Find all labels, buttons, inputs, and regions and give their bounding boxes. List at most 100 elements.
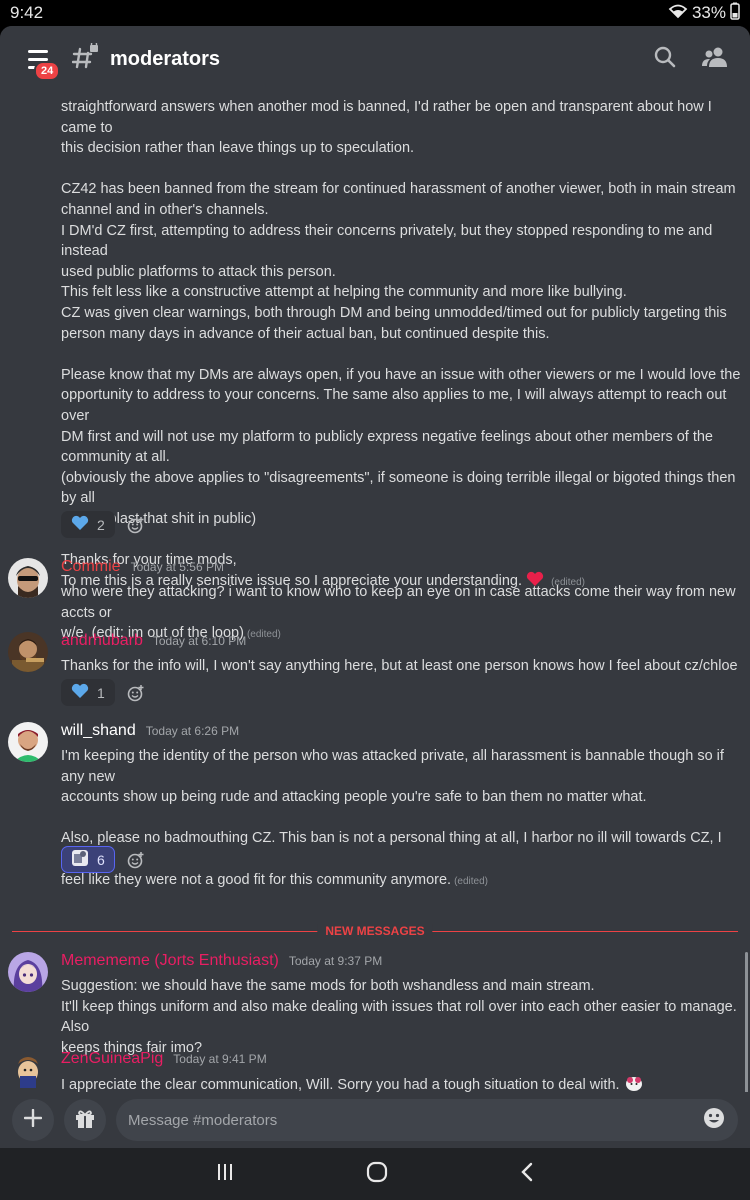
timestamp: Today at 9:37 PM (288, 954, 383, 968)
message-line: Also, please no badmouthing CZ. This ban… (61, 830, 722, 867)
status-time: 9:42 (10, 3, 44, 22)
message-input-box[interactable] (116, 1099, 738, 1141)
gift-button[interactable] (64, 1099, 106, 1141)
message-line: used public platforms to attack this per… (61, 263, 336, 280)
message-line: CZ42 has been banned from the stream for… (61, 181, 736, 198)
message-header: will_shand Today at 6:26 PM (61, 722, 239, 740)
announcement-message: straightforward answers when another mod… (61, 97, 745, 593)
message-line-last: feel like they were not a good fit for t… (61, 870, 745, 893)
discord-app: 24 moderators straightforward answers wh… (0, 26, 750, 1148)
message-header: Memememe (Jorts Enthusiast) Today at 9:3… (61, 952, 382, 970)
locked-channel-icon (71, 40, 100, 76)
edited-tag: (edited) (454, 875, 488, 887)
message-composer (0, 1092, 750, 1148)
message-line: CZ was given clear warnings, both throug… (61, 304, 727, 321)
blue-heart-icon (71, 515, 89, 534)
mention-badge: 24 (34, 61, 61, 81)
blue-heart-icon (71, 683, 89, 702)
status-right: 33% (668, 2, 740, 25)
message: ZenGuineaPig Today at 9:41 PM I apprecia… (0, 1050, 750, 1092)
members-icon[interactable] (702, 46, 728, 73)
status-bar: 9:42 33% (0, 0, 750, 26)
new-messages-divider: NEW MESSAGES (12, 924, 738, 938)
message: Commie Today at 5:56 PM who were they at… (0, 558, 750, 641)
avatar[interactable] (8, 1050, 48, 1090)
avatar[interactable] (8, 952, 48, 992)
message-reactions: 1 (61, 679, 147, 706)
message-header: andrhubarb Today at 6:10 PM (61, 632, 246, 650)
message: andrhubarb Today at 6:10 PM Thanks for t… (0, 632, 750, 722)
message-line-last: I appreciate the clear communication, Wi… (61, 1074, 745, 1092)
message-line: accounts show up being rude and attackin… (61, 789, 647, 806)
battery-level: 33% (691, 3, 726, 22)
menu-icon (28, 49, 48, 53)
message-body: Thanks for the info will, I won't say an… (61, 656, 745, 677)
avatar[interactable] (8, 558, 48, 598)
message-line: Thanks for the info will, I won't say an… (61, 658, 738, 674)
wifi-icon (668, 3, 688, 24)
message-line: Please know that my DMs are always open,… (61, 366, 741, 383)
plus-icon (23, 1108, 43, 1132)
timestamp: Today at 6:26 PM (145, 724, 240, 738)
message-body: I appreciate the clear communication, Wi… (61, 1074, 745, 1092)
username[interactable]: andrhubarb (61, 632, 143, 650)
menu-button[interactable]: 24 (22, 41, 61, 81)
reaction-count: 2 (97, 516, 105, 533)
channel-title: moderators (110, 47, 221, 70)
message-line: Suggestion: we should have the same mods… (61, 978, 595, 994)
message-reactions: 6 (61, 846, 147, 873)
message-line: channel and in other's channels. (61, 201, 269, 218)
message-line: opportunity to address to your concerns.… (61, 387, 727, 424)
message-line: I'm keeping the identity of the person w… (61, 748, 724, 785)
custom-emoji-reaction[interactable]: 6 (61, 846, 115, 873)
timestamp: Today at 6:10 PM (152, 634, 247, 648)
battery-icon (730, 2, 740, 25)
back-icon[interactable] (519, 1161, 535, 1188)
username[interactable]: Memememe (Jorts Enthusiast) (61, 952, 279, 970)
message: will_shand Today at 6:26 PM I'm keeping … (0, 722, 750, 912)
channel-header: 24 moderators (0, 26, 750, 92)
search-icon[interactable] (654, 46, 676, 73)
message-line: (obviously the above applies to "disagre… (61, 469, 736, 507)
avatar[interactable] (8, 722, 48, 762)
attach-button[interactable] (12, 1099, 54, 1141)
blue-heart-reaction[interactable]: 1 (61, 679, 115, 706)
timestamp: Today at 5:56 PM (130, 560, 224, 574)
message-header: ZenGuineaPig Today at 9:41 PM (61, 1050, 267, 1068)
emoji-picker-icon[interactable] (702, 1106, 726, 1135)
message-list[interactable]: straightforward answers when another mod… (0, 92, 750, 1092)
custom-emoji-icon (624, 1077, 644, 1092)
add-reaction-icon[interactable] (125, 514, 147, 536)
message-line: who were they attacking? i want to know … (61, 584, 736, 621)
message-line: community at all. (61, 449, 170, 466)
username[interactable]: Commie (61, 558, 121, 576)
message-line: DM first and will not use my platform to… (61, 428, 713, 445)
add-reaction-icon[interactable] (125, 849, 147, 871)
reaction-count: 1 (97, 684, 105, 701)
message-line: I DM'd CZ first, attempting to address t… (61, 222, 713, 260)
custom-emoji-icon (71, 849, 89, 870)
message-line: straightforward answers when another mod… (61, 99, 712, 136)
divider-label: NEW MESSAGES (317, 924, 433, 938)
message-header: Commie Today at 5:56 PM (61, 558, 224, 576)
scrollbar[interactable] (745, 952, 748, 1092)
username[interactable]: ZenGuineaPig (61, 1050, 163, 1068)
add-reaction-icon[interactable] (125, 682, 147, 704)
avatar[interactable] (8, 632, 48, 672)
home-icon[interactable] (366, 1161, 388, 1188)
message-line: I appreciate the clear communication, Wi… (61, 1077, 620, 1092)
message: Memememe (Jorts Enthusiast) Today at 9:3… (0, 952, 750, 1056)
message-body: I'm keeping the identity of the person w… (61, 746, 745, 892)
reaction-count: 6 (97, 851, 105, 868)
recent-apps-icon[interactable] (215, 1162, 235, 1187)
blue-heart-reaction[interactable]: 2 (61, 511, 115, 538)
message-line: This felt less like a constructive attem… (61, 284, 627, 301)
message-input[interactable] (128, 1111, 668, 1129)
gift-icon (74, 1107, 96, 1134)
announcement-reactions: 2 (61, 511, 147, 538)
username[interactable]: will_shand (61, 722, 136, 740)
message-body: Suggestion: we should have the same mods… (61, 976, 745, 1058)
message-line: means blast that shit in public) (61, 510, 257, 527)
message-line: person many days in advance of their act… (61, 325, 550, 342)
message-line: It'll keep things uniform and also make … (61, 998, 737, 1036)
